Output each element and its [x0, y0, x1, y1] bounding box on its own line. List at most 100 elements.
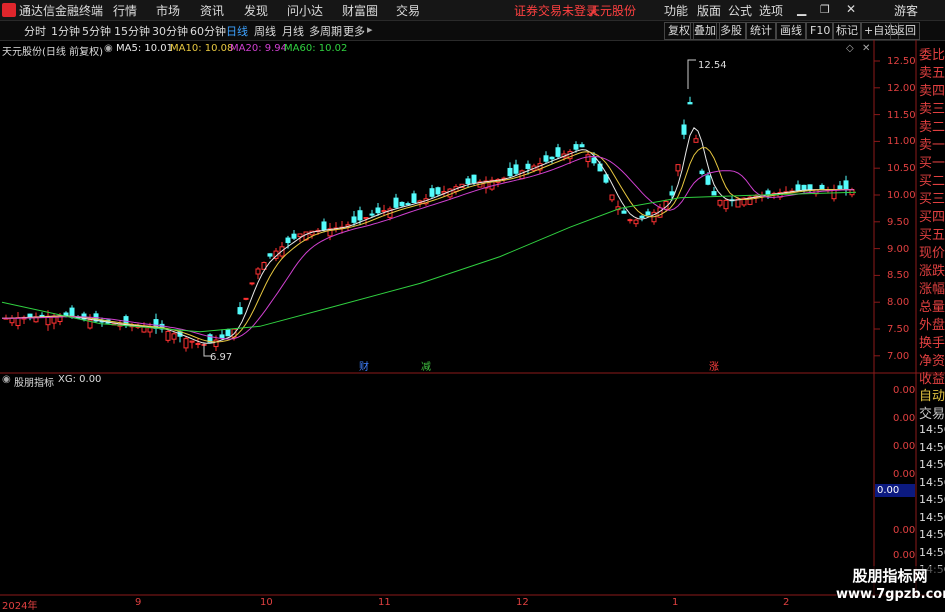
minimize-icon[interactable]: ▁ [797, 2, 806, 16]
candle-body [555, 147, 561, 157]
tab-1min[interactable]: 1分钟 [51, 23, 80, 39]
candle-body [225, 329, 231, 337]
auto-trade-toggle[interactable]: 自动 [919, 385, 945, 404]
main-y-tick: 11.50 [887, 109, 916, 121]
tab-more[interactable]: 更多 [343, 23, 365, 39]
sub-y-tick: 0.00 [893, 525, 916, 536]
candle-body [669, 191, 675, 196]
menu-zixun[interactable]: 资讯 [200, 2, 224, 19]
side-label: 现价 [919, 246, 945, 261]
tab-fenshi[interactable]: 分时 [24, 23, 46, 39]
candle-body [609, 194, 615, 201]
app-title: 通达信金融终端 [19, 4, 104, 18]
restore-icon[interactable]: ❐ [820, 3, 830, 16]
high-marker-label: 12.54 [698, 60, 727, 71]
sub-highlight-value: 0.00 [877, 485, 900, 496]
menu-xuanxiang[interactable]: 选项 [759, 2, 783, 19]
candle-body [471, 174, 477, 184]
main-y-tick: 8.50 [887, 270, 910, 282]
side-label: 卖三 [919, 102, 945, 117]
tab-multi[interactable]: 多周期 [309, 23, 342, 39]
candle-body [171, 333, 177, 340]
candle-body [393, 197, 399, 208]
draw-button[interactable]: 画线 [776, 22, 806, 40]
candle-body [525, 163, 531, 169]
back-button[interactable]: 返回 [890, 22, 920, 40]
main-y-tick: 10.50 [887, 163, 916, 175]
menu-hangqing[interactable]: 行情 [113, 2, 137, 19]
close-icon[interactable]: ✕ [846, 2, 856, 16]
tab-week[interactable]: 周线 [254, 23, 276, 39]
side-time: 14:56 [919, 493, 945, 506]
tab-30min[interactable]: 30分钟 [152, 23, 188, 39]
main-y-tick: 11.00 [887, 136, 916, 148]
more-arrow-icon[interactable]: ▸ [367, 23, 373, 36]
candle-body [351, 216, 357, 223]
candle-body [411, 193, 417, 204]
tab-month[interactable]: 月线 [282, 23, 304, 39]
candle-body [363, 217, 369, 220]
candle-body [681, 124, 687, 135]
menu-gongneng[interactable]: 功能 [664, 2, 688, 19]
user-label[interactable]: 游客 [894, 2, 918, 19]
side-label: 委比 [919, 48, 945, 63]
menu-caifuquan[interactable]: 财富圈 [342, 2, 378, 19]
watermark: 股朋指标网 www.7gpzb.com [836, 566, 945, 608]
main-y-tick: 12.50 [887, 56, 916, 67]
candle-body [627, 219, 633, 222]
event-marker-zhang[interactable]: 涨 [709, 361, 719, 373]
side-time: 14:56 [919, 458, 945, 471]
tab-60min[interactable]: 60分钟 [190, 23, 226, 39]
event-marker-jian[interactable]: 减 [421, 361, 431, 373]
mark-button[interactable]: 标记 [832, 22, 862, 40]
menu-shichang[interactable]: 市场 [156, 2, 180, 19]
candle-body [579, 144, 585, 148]
sub-settings-icon[interactable]: ◉ [2, 374, 11, 385]
main-y-tick: 8.00 [887, 297, 910, 309]
f10-button[interactable]: F10 [806, 22, 835, 40]
menu-jiaoyi[interactable]: 交易 [396, 2, 420, 19]
candle-body [717, 199, 723, 206]
event-marker-cai[interactable]: 财 [359, 360, 369, 373]
tab-15min[interactable]: 15分钟 [114, 23, 150, 39]
candle-body [381, 210, 387, 213]
side-label: 卖二 [919, 120, 945, 135]
menu-banmian[interactable]: 版面 [697, 2, 721, 19]
kline-chart[interactable]: 12.54 6.97 财 减 涨 [0, 40, 945, 609]
candle-body [147, 327, 153, 333]
login-warning[interactable]: 证券交易未登录 [514, 2, 598, 19]
sub-y-tick: 0.00 [893, 413, 916, 424]
candle-body [573, 144, 579, 150]
candle-body [723, 199, 729, 210]
sub-chart-title: 股朋指标 [14, 378, 54, 389]
candle-body [687, 102, 693, 105]
menu-faxian[interactable]: 发现 [244, 2, 268, 19]
candle-body [645, 211, 651, 216]
candle-body [27, 313, 33, 318]
side-time: 14:56 [919, 510, 945, 524]
side-time: 14:56 [919, 545, 945, 559]
low-marker-label: 6.97 [210, 352, 232, 363]
menu-gongshi[interactable]: 公式 [728, 2, 752, 19]
tab-5min[interactable]: 5分钟 [82, 23, 111, 39]
menu-wenxiaoda[interactable]: 问小达 [287, 2, 323, 19]
moving-average-line [2, 147, 854, 343]
trade-label[interactable]: 交易 [919, 403, 945, 422]
x-axis-label: 11 [378, 597, 391, 608]
period-tab-bar: 分时 1分钟 5分钟 15分钟 30分钟 60分钟 日线 周线 月线 多周期 更… [0, 21, 945, 41]
candle-body [267, 253, 273, 257]
tab-day[interactable]: 日线 [226, 23, 248, 39]
side-label: 卖五 [919, 66, 945, 81]
candle-body [795, 184, 801, 191]
candle-body [165, 330, 171, 341]
stats-button[interactable]: 统计 [746, 22, 776, 40]
candle-body [357, 210, 363, 221]
candle-body [837, 185, 843, 191]
sub-xg-value: XG: 0.00 [58, 374, 102, 385]
side-label: 买一 [919, 156, 945, 171]
candle-body [807, 184, 813, 191]
main-y-tick: 9.50 [887, 216, 910, 228]
multistock-button[interactable]: 多股 [716, 22, 746, 40]
main-y-tick: 10.00 [887, 190, 916, 201]
sub-y-tick: 0.00 [893, 469, 916, 480]
